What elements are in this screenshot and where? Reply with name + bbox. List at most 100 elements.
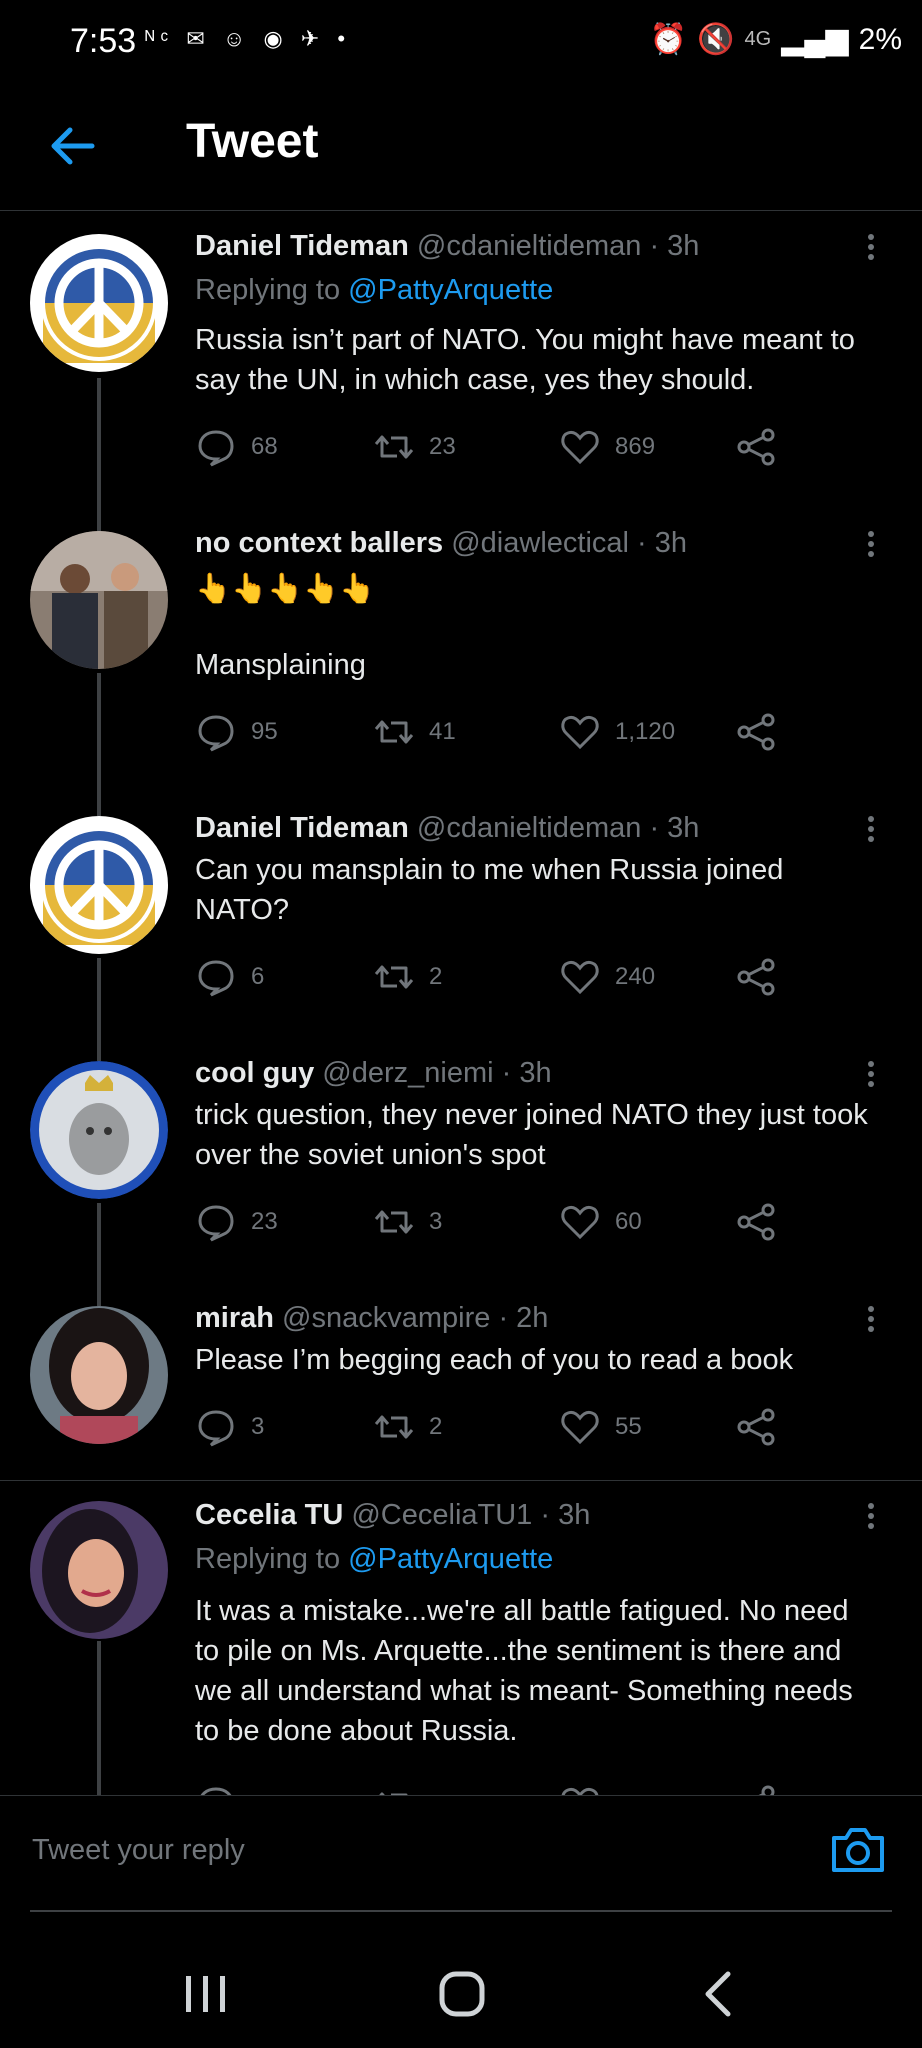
author-handle[interactable]: @diawlectical xyxy=(451,527,629,559)
author-handle[interactable]: @derz_niemi xyxy=(322,1057,493,1089)
mention-link[interactable]: @PattyArquette xyxy=(348,1543,553,1575)
tweet-actions: 23 3 60 xyxy=(195,1201,815,1245)
tweet-item[interactable]: Daniel Tideman @cdanieltideman · 3h Repl… xyxy=(0,210,922,528)
tweet-meta: Cecelia TU @CeceliaTU1 · 3h xyxy=(195,1499,590,1532)
retweet-button[interactable]: 2 xyxy=(373,1406,442,1448)
retweet-icon xyxy=(374,965,414,989)
author-handle[interactable]: @cdanieltideman xyxy=(417,812,642,844)
tweet-text: Mansplaining xyxy=(195,649,366,681)
back-nav-icon[interactable] xyxy=(690,1964,750,2024)
tweet-item[interactable]: cool guy @derz_niemi · 3h trick question… xyxy=(0,1043,922,1293)
share-icon xyxy=(737,428,775,466)
retweet-button[interactable]: 41 xyxy=(373,711,456,753)
like-button[interactable]: 60 xyxy=(559,1201,642,1243)
mute-icon: 🔇 xyxy=(697,23,735,56)
reply-count: 68 xyxy=(251,433,278,460)
recent-apps-icon[interactable] xyxy=(176,1964,236,2024)
thread-line xyxy=(97,513,101,533)
author-handle[interactable]: @cdanieltideman xyxy=(417,230,642,262)
reply-button[interactable]: 23 xyxy=(195,1201,278,1243)
avatar[interactable] xyxy=(30,1061,168,1199)
heart-icon xyxy=(561,960,599,995)
like-button[interactable]: 240 xyxy=(559,956,655,998)
tweet-item[interactable]: mirah @snackvampire · 2h Please I’m begg… xyxy=(0,1288,922,1480)
reply-button[interactable]: 95 xyxy=(195,711,278,753)
share-button[interactable] xyxy=(735,1406,777,1448)
tweet-actions: 68 23 869 xyxy=(195,426,815,470)
retweet-button[interactable]: 23 xyxy=(373,426,456,468)
share-icon xyxy=(737,1408,775,1446)
like-button[interactable]: 55 xyxy=(559,1406,642,1448)
reply-count: 3 xyxy=(251,1413,265,1440)
share-icon xyxy=(758,1785,775,1795)
tweet-item[interactable]: Cecelia TU @CeceliaTU1 · 3h Replying to … xyxy=(0,1481,922,1795)
tweet-meta: no context ballers @diawlectical · 3h xyxy=(195,527,687,560)
tweet-meta: mirah @snackvampire · 2h xyxy=(195,1302,548,1335)
reply-input[interactable] xyxy=(30,1824,794,1876)
author-name[interactable]: Daniel Tideman xyxy=(195,230,409,262)
mention-link[interactable]: @PattyArquette xyxy=(348,274,553,306)
reply-bar xyxy=(0,1795,922,1906)
retweet-button[interactable]: 2 xyxy=(373,956,442,998)
thread-line xyxy=(97,1641,101,1795)
retweet-icon xyxy=(379,1792,408,1795)
thread-line xyxy=(97,798,101,816)
system-icons: ⏰ 🔇 4G ▂▄▆ 2% xyxy=(650,22,902,57)
retweet-icon xyxy=(374,435,414,459)
avatar[interactable] xyxy=(30,234,168,372)
share-button[interactable] xyxy=(735,426,777,468)
avatar[interactable] xyxy=(30,531,168,669)
share-button[interactable] xyxy=(735,711,777,753)
tweet-text: Can you mansplain to me when Russia join… xyxy=(195,854,784,926)
more-options-icon[interactable] xyxy=(858,1499,884,1539)
heart-icon xyxy=(561,1410,599,1445)
avatar[interactable] xyxy=(30,1501,168,1639)
tweet-item[interactable]: Daniel Tideman @cdanieltideman · 3h Can … xyxy=(0,798,922,1048)
author-handle[interactable]: @snackvampire xyxy=(282,1302,490,1334)
share-button[interactable] xyxy=(735,956,777,998)
more-options-icon[interactable] xyxy=(858,527,884,567)
author-name[interactable]: no context ballers xyxy=(195,527,443,559)
retweet-icon xyxy=(374,1210,414,1234)
avatar[interactable] xyxy=(30,816,168,954)
share-icon xyxy=(737,1203,775,1241)
tweet-actions: 95 41 1,120 xyxy=(195,711,815,755)
retweet-button[interactable] xyxy=(373,1783,415,1795)
camera-icon[interactable] xyxy=(830,1824,886,1876)
avatar[interactable] xyxy=(30,1306,168,1444)
more-options-icon[interactable] xyxy=(858,812,884,852)
retweet-icon xyxy=(374,1415,414,1439)
share-button[interactable] xyxy=(735,1201,777,1243)
share-button[interactable] xyxy=(735,1783,777,1795)
signal-icon: ▂▄▆ xyxy=(781,23,849,56)
replying-to: Replying to @PattyArquette xyxy=(195,274,553,307)
reply-button[interactable] xyxy=(195,1783,237,1795)
alarm-icon: ⏰ xyxy=(649,23,688,56)
reply-button[interactable]: 6 xyxy=(195,956,264,998)
reply-button[interactable]: 68 xyxy=(195,426,278,468)
back-arrow-icon[interactable] xyxy=(42,116,102,176)
like-button[interactable]: 869 xyxy=(559,426,655,468)
retweet-count: 41 xyxy=(429,718,456,745)
tweet-time: · 3h xyxy=(540,1499,591,1531)
tweet-time: · 3h xyxy=(501,1057,552,1089)
more-options-icon[interactable] xyxy=(858,1057,884,1097)
tweet-item[interactable]: no context ballers @diawlectical · 3h 👆👆… xyxy=(0,513,922,803)
like-button[interactable] xyxy=(559,1783,601,1795)
reply-button[interactable]: 3 xyxy=(195,1406,264,1448)
like-button[interactable]: 1,120 xyxy=(559,711,675,753)
reply-icon xyxy=(200,1787,232,1795)
home-icon[interactable] xyxy=(432,1964,492,2024)
more-options-icon[interactable] xyxy=(858,230,884,270)
author-name[interactable]: mirah xyxy=(195,1302,274,1334)
heart-icon xyxy=(561,1205,599,1240)
author-handle[interactable]: @CeceliaTU1 xyxy=(351,1499,532,1531)
more-options-icon[interactable] xyxy=(858,1302,884,1342)
author-name[interactable]: Daniel Tideman xyxy=(195,812,409,844)
author-name[interactable]: cool guy xyxy=(195,1057,314,1089)
thread-line xyxy=(97,673,101,803)
network-label: 4G xyxy=(744,28,772,50)
retweet-button[interactable]: 3 xyxy=(373,1201,442,1243)
tweet-text: Russia isn’t part of NATO. You might hav… xyxy=(195,324,855,396)
author-name[interactable]: Cecelia TU xyxy=(195,1499,343,1531)
